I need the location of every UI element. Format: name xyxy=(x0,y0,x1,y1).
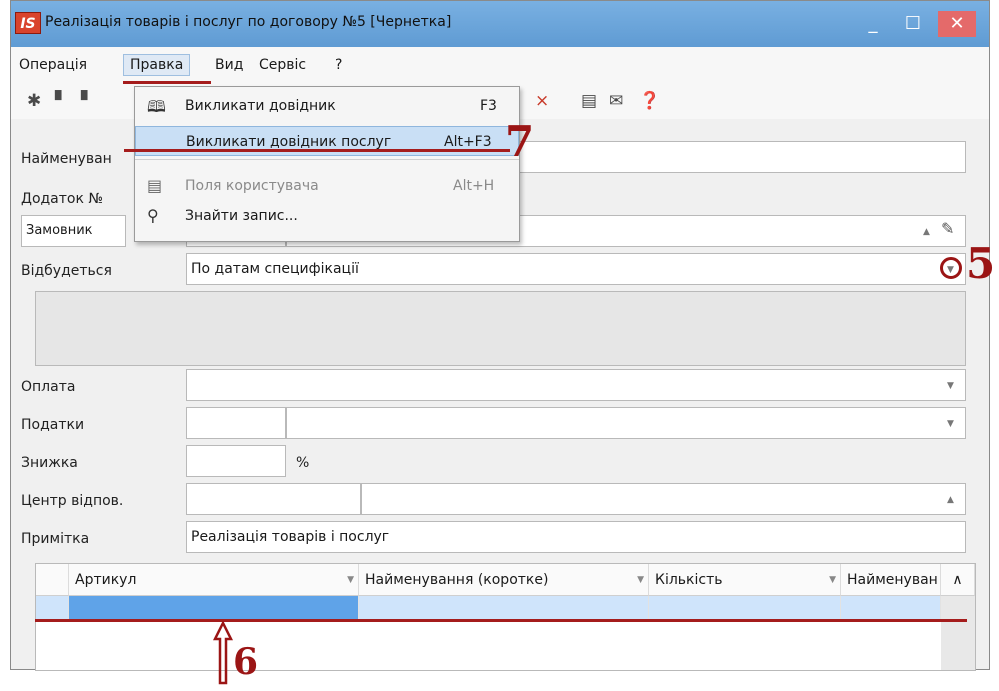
menu-help[interactable]: ? xyxy=(335,57,342,73)
menu-bar: Операція Правка Вид Сервіс ? xyxy=(11,47,989,85)
title-bar[interactable]: IS Реалізація товарів і послуг по догово… xyxy=(11,1,989,47)
annotation-underline-menu xyxy=(123,81,211,84)
menu-item-label: Знайти запис... xyxy=(185,208,298,224)
column-header-short-name[interactable]: Найменування (коротке) ▼ xyxy=(359,564,649,596)
discount-label: Знижка xyxy=(21,455,78,471)
scroll-up-icon[interactable]: ∧ xyxy=(941,564,975,596)
note-field[interactable]: Реалізація товарів і послуг xyxy=(186,521,966,553)
app-window: IS Реалізація товарів і послуг по догово… xyxy=(10,0,995,685)
menu-item-shortcut: F3 xyxy=(480,98,497,114)
menu-view[interactable]: Вид xyxy=(215,57,243,73)
help-icon[interactable]: ❓ xyxy=(639,91,660,111)
taxes-label: Податки xyxy=(21,417,85,433)
occurs-select[interactable]: По датам специфікації xyxy=(186,253,966,285)
collapse-up-icon[interactable]: ▲ xyxy=(923,227,930,237)
edit-menu-dropdown: 🕮 Викликати довідник F3 Викликати довідн… xyxy=(134,86,520,242)
column-header-label: Найменування (коротке) xyxy=(365,572,549,588)
column-header-label: Найменуван xyxy=(847,572,938,588)
taxes-code-field[interactable] xyxy=(186,407,286,439)
sort-icon[interactable]: ▼ xyxy=(347,564,354,595)
items-table: Артикул ▼ Найменування (коротке) ▼ Кільк… xyxy=(35,563,976,671)
menu-divider xyxy=(135,159,519,160)
close-button[interactable]: ✕ xyxy=(938,11,976,37)
occurs-label: Відбудеться xyxy=(21,263,112,279)
search-icon: ⚲ xyxy=(147,206,159,225)
user-icon[interactable]: ▘ xyxy=(55,91,68,111)
customer-field[interactable]: Замовник xyxy=(21,215,126,247)
app-logo-icon: IS xyxy=(15,12,41,34)
pencil-icon[interactable]: ✎ xyxy=(941,219,954,238)
taxes-select[interactable] xyxy=(286,407,966,439)
discount-unit: % xyxy=(296,455,310,471)
annotation-underline-menu-item xyxy=(124,149,510,152)
column-header-quantity[interactable]: Кількість ▼ xyxy=(649,564,841,596)
annotation-step-6: 6 xyxy=(233,641,259,683)
doc-icon[interactable]: ▤ xyxy=(581,91,597,111)
new-doc-icon[interactable]: ✱ xyxy=(27,91,41,111)
annotation-step-7: 7 xyxy=(505,117,535,166)
details-panel xyxy=(35,291,966,366)
resp-center-collapse-icon[interactable]: ▲ xyxy=(947,495,954,505)
column-header-label: Артикул xyxy=(75,572,137,588)
menu-item-label: Викликати довідник послуг xyxy=(186,134,392,150)
column-header-name[interactable]: Найменуван xyxy=(841,564,941,596)
sort-icon[interactable]: ▼ xyxy=(829,564,836,595)
user-copy-icon[interactable]: ▘ xyxy=(81,91,94,111)
sort-icon[interactable]: ▼ xyxy=(637,564,644,595)
addendum-label: Додаток № xyxy=(21,191,103,207)
menu-item-shortcut: Alt+F3 xyxy=(444,134,492,150)
menu-item-shortcut: Alt+H xyxy=(453,178,495,194)
book-icon: 🕮 xyxy=(147,97,166,116)
discount-field[interactable] xyxy=(186,445,286,477)
menu-edit[interactable]: Правка xyxy=(123,54,191,76)
name-field[interactable] xyxy=(511,141,966,173)
column-header-article[interactable]: Артикул ▼ xyxy=(69,564,359,596)
form-icon: ▤ xyxy=(147,176,163,195)
payment-label: Оплата xyxy=(21,379,76,395)
table-row-selector-header xyxy=(36,564,69,596)
taxes-dropdown-icon[interactable]: ▼ xyxy=(947,419,954,429)
payment-dropdown-icon[interactable]: ▼ xyxy=(947,381,954,391)
note-label: Примітка xyxy=(21,531,90,547)
maximize-button[interactable]: ☐ xyxy=(896,11,930,37)
menu-service[interactable]: Сервіс xyxy=(259,57,306,73)
menu-operation[interactable]: Операція xyxy=(19,57,87,73)
name-label: Найменуван xyxy=(21,151,112,167)
annotation-underline-row xyxy=(35,619,967,622)
annotation-circle xyxy=(940,257,962,279)
annotation-step-5: 5 xyxy=(966,239,996,288)
menu-item-label: Викликати довідник xyxy=(185,98,336,114)
mail-icon[interactable]: ✉ xyxy=(609,91,623,111)
vertical-scrollbar[interactable] xyxy=(941,596,975,670)
window-title: Реалізація товарів і послуг по договору … xyxy=(45,14,452,30)
resp-center-label: Центр відпов. xyxy=(21,493,124,509)
menu-item-label: Поля користувача xyxy=(185,178,319,194)
menu-item-open-directory[interactable]: 🕮 Викликати довідник F3 xyxy=(135,91,519,121)
column-header-label: Кількість xyxy=(655,572,723,588)
resp-center-name-field[interactable] xyxy=(361,483,966,515)
menu-item-user-fields[interactable]: ▤ Поля користувача Alt+H xyxy=(135,171,519,201)
resp-center-code-field[interactable] xyxy=(186,483,361,515)
minimize-button[interactable]: _ xyxy=(856,11,890,37)
arrow-up-icon xyxy=(212,620,234,685)
clear-filter-icon[interactable]: ⨯ xyxy=(535,91,549,111)
menu-item-find-record[interactable]: ⚲ Знайти запис... xyxy=(135,201,519,231)
payment-select[interactable] xyxy=(186,369,966,401)
